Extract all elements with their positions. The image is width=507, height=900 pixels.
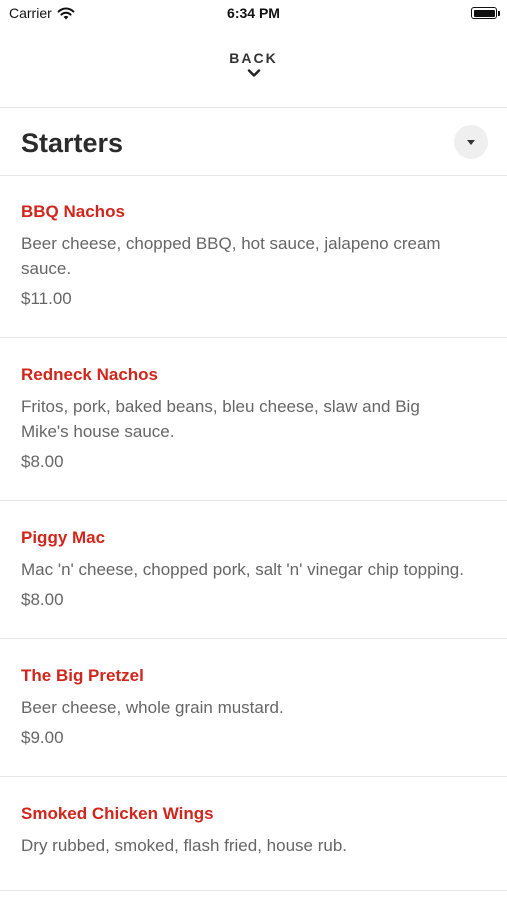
menu-item[interactable]: Piggy Mac Mac 'n' cheese, chopped pork, … xyxy=(0,501,507,639)
item-price: $8.00 xyxy=(21,452,64,471)
item-name: BBQ Nachos xyxy=(21,202,125,221)
battery-icon xyxy=(471,7,500,19)
menu-list: BBQ Nachos Beer cheese, chopped BBQ, hot… xyxy=(0,175,507,891)
item-price: $9.00 xyxy=(21,728,64,747)
status-bar: Carrier 6:34 PM xyxy=(0,0,507,28)
item-name: Smoked Chicken Wings xyxy=(21,804,214,823)
section-header[interactable]: Starters xyxy=(0,108,507,174)
chevron-down-icon xyxy=(247,69,260,77)
item-name: Redneck Nachos xyxy=(21,365,158,384)
item-name: The Big Pretzel xyxy=(21,666,144,685)
item-price: $11.00 xyxy=(21,289,72,308)
item-description: Beer cheese, chopped BBQ, hot sauce, jal… xyxy=(21,234,441,278)
battery-level xyxy=(473,9,495,17)
item-description: Dry rubbed, smoked, flash fried, house r… xyxy=(21,836,347,855)
caret-down-icon xyxy=(467,139,475,145)
section-toggle-button[interactable] xyxy=(454,125,488,159)
menu-item[interactable]: Redneck Nachos Fritos, pork, baked beans… xyxy=(0,338,507,501)
back-label: BACK xyxy=(229,50,278,66)
menu-item[interactable]: The Big Pretzel Beer cheese, whole grain… xyxy=(0,639,507,777)
menu-item[interactable]: BBQ Nachos Beer cheese, chopped BBQ, hot… xyxy=(0,175,507,338)
item-name: Piggy Mac xyxy=(21,528,106,547)
item-description: Fritos, pork, baked beans, bleu cheese, … xyxy=(21,397,420,441)
item-description: Beer cheese, whole grain mustard. xyxy=(21,698,284,717)
item-description: Mac 'n' cheese, chopped pork, salt 'n' v… xyxy=(21,560,464,579)
back-button[interactable]: BACK xyxy=(0,46,507,94)
item-price: $8.00 xyxy=(21,590,64,609)
menu-item[interactable]: Smoked Chicken Wings Dry rubbed, smoked,… xyxy=(0,777,507,891)
section-title: Starters xyxy=(21,128,124,158)
status-time: 6:34 PM xyxy=(227,5,280,21)
